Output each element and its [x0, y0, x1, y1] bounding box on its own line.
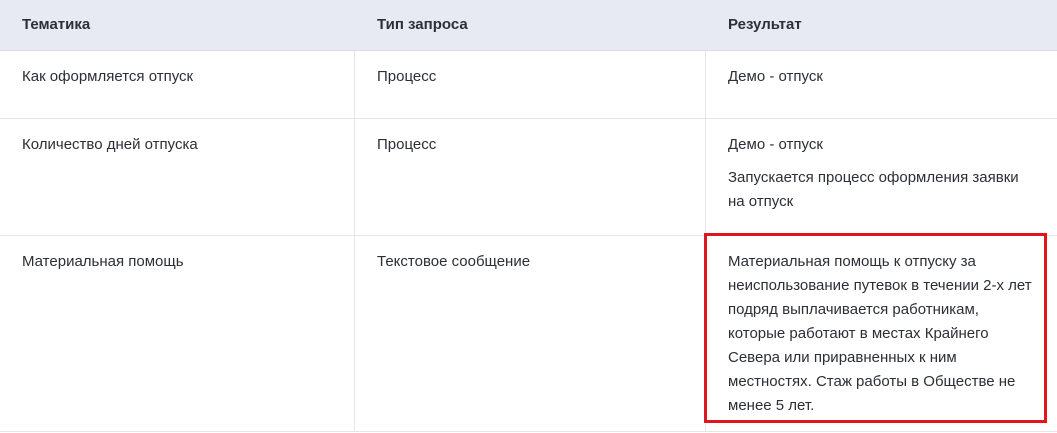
column-header-request-type: Тип запроса — [377, 16, 468, 33]
result-cell: Материальная помощь к отпуску за неиспол… — [706, 236, 1057, 431]
request-type-cell: Процесс — [355, 119, 706, 235]
topic-cell: Количество дней отпуска — [0, 119, 355, 235]
column-header-result: Результат — [728, 16, 802, 33]
request-type-cell: Текстовое сообщение — [355, 236, 706, 431]
result-cell: Демо - отпуск Запускается процесс оформл… — [706, 119, 1057, 235]
topic-cell: Материальная помощь — [0, 236, 355, 431]
column-header-topic: Тематика — [22, 16, 91, 33]
table-row: Материальная помощь Текстовое сообщение … — [0, 236, 1057, 432]
requests-table: Тематика Тип запроса Результат Как оформ… — [0, 0, 1057, 432]
table-header-row: Тематика Тип запроса Результат — [0, 0, 1057, 51]
result-text: Запускается процесс оформления заявки на… — [728, 169, 1019, 210]
result-text: Демо - отпуск — [728, 68, 823, 85]
topic-cell: Как оформляется отпуск — [0, 51, 355, 118]
table-row: Количество дней отпуска Процесс Демо - о… — [0, 119, 1057, 236]
result-text: Материальная помощь к отпуску за неиспол… — [728, 253, 1032, 414]
result-cell: Демо - отпуск — [706, 51, 1057, 118]
table-row: Как оформляется отпуск Процесс Демо - от… — [0, 51, 1057, 119]
request-type-cell: Процесс — [355, 51, 706, 118]
result-text: Демо - отпуск — [728, 136, 823, 153]
